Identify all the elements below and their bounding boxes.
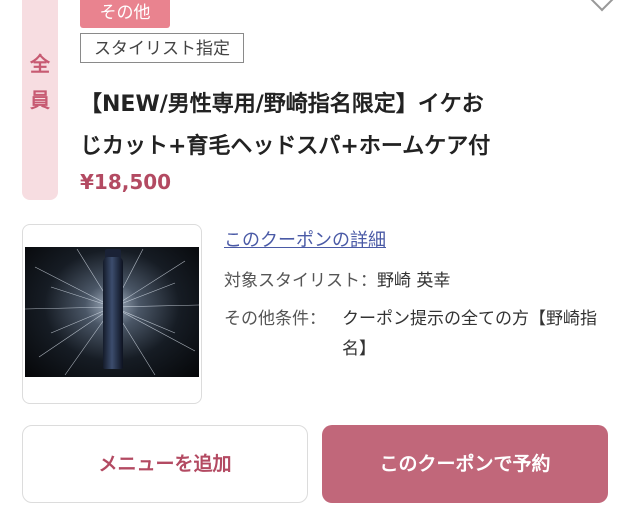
coupon-price: ¥18,500 — [80, 170, 172, 194]
conditions-label: その他条件： — [224, 309, 326, 329]
stylist-label: 対象スタイリスト： — [224, 271, 377, 291]
stylist-tag: スタイリスト指定 — [80, 33, 244, 63]
coupon-detail-link[interactable]: このクーポンの詳細 — [224, 226, 386, 252]
stylist-row: 対象スタイリスト：野崎 英幸 — [224, 266, 450, 296]
coupon-title-line1: 【NEW/男性専用/野崎指名限定】イケお — [80, 92, 484, 117]
audience-label-1: 全 — [30, 52, 50, 76]
stylist-value: 野崎 英幸 — [377, 271, 451, 291]
reserve-button[interactable]: このクーポンで予約 — [322, 425, 608, 503]
product-image — [25, 247, 199, 377]
coupon-thumbnail — [22, 224, 202, 404]
add-menu-button[interactable]: メニューを追加 — [22, 425, 308, 503]
chevron-icon[interactable] — [590, 0, 614, 12]
bottle — [103, 257, 123, 369]
audience-label-2: 員 — [30, 88, 50, 112]
coupon-title-line2: じカット+育毛ヘッドスパ+ホームケア付 — [80, 134, 491, 159]
category-tag: その他 — [80, 0, 170, 28]
coupon-title: 【NEW/男性専用/野崎指名限定】イケお じカット+育毛ヘッドスパ+ホームケア付 — [80, 84, 550, 168]
conditions-value: クーポン提示の全ての方【野崎指名】 — [342, 309, 597, 359]
